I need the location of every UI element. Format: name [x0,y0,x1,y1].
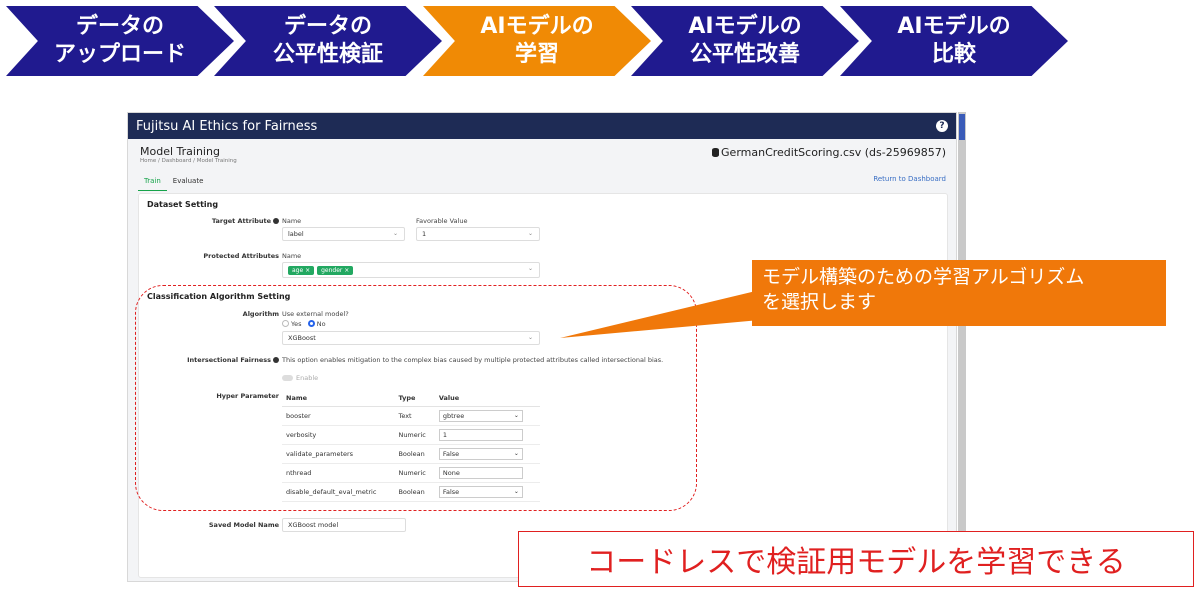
step-upload: データの アップロード [6,6,234,76]
dataset-label: GermanCreditScoring.csv (ds-25969857) [721,146,946,159]
favorable-value: 1 [422,230,427,238]
app-header: Fujitsu AI Ethics for Fairness ? [128,113,956,139]
info-icon [273,218,279,224]
favorable-value-label: Favorable Value [416,217,468,225]
chevron-down-icon: ⌄ [527,230,533,237]
saved-model-name-input[interactable]: XGBoost model [282,518,406,532]
step-model-fairness-line2: 公平性改善 [689,42,800,67]
step-compare-line2: 比較 [931,42,976,67]
protected-attributes-label: Protected Attributes [203,252,279,260]
target-attribute-text: Target Attribute [211,217,271,225]
callout-pointer [560,290,760,338]
app-title: Fujitsu AI Ethics for Fairness [136,118,318,134]
tag-gender[interactable]: gender × [317,265,354,275]
step-upload-line2: アップロード [53,42,186,67]
protected-attributes-select[interactable]: age × gender × ⌄ [282,262,540,278]
saved-model-name-label: Saved Model Name [208,521,279,529]
breadcrumb[interactable]: Home / Dashboard / Model Training [140,158,237,164]
callout-line2: を選択します [762,291,877,313]
callout-box: モデル構築のための学習アルゴリズム を選択します [752,260,1166,326]
target-attribute-value: label [288,230,304,238]
step-compare: AIモデルの 比較 [840,6,1068,76]
tag-age[interactable]: age × [288,265,315,275]
saved-model-name-value: XGBoost model [288,521,339,529]
step-data-fairness-line1: データの [283,14,372,39]
step-data-fairness-line2: 公平性検証 [272,42,383,67]
tab-evaluate[interactable]: Evaluate [167,175,210,191]
target-name-label: Name [282,217,302,225]
step-training-line2: 学習 [514,42,559,67]
step-upload-line1: データの [75,14,164,39]
dataset-setting-title: Dataset Setting [147,200,219,209]
protected-name-label: Name [282,252,302,260]
step-data-fairness: データの 公平性検証 [214,6,442,76]
process-steps: データの アップロード データの 公平性検証 AIモデルの 学習 AIモデルの … [0,0,1200,80]
codeless-banner: コードレスで検証用モデルを学習できる [518,531,1194,587]
page-title: Model Training [140,145,220,158]
step-training: AIモデルの 学習 [423,6,651,76]
target-attribute-select[interactable]: label ⌄ [282,227,405,241]
tab-train[interactable]: Train [138,175,167,191]
step-model-fairness-line1: AIモデルの [688,14,802,39]
scrollbar-thumb[interactable] [959,114,965,140]
tab-bar: Train Evaluate [138,175,209,191]
target-attribute-label: Target Attribute [139,217,279,225]
favorable-value-select[interactable]: 1 ⌄ [416,227,540,241]
dataset-name: GermanCreditScoring.csv (ds-25969857) [712,146,946,159]
step-model-fairness: AIモデルの 公平性改善 [631,6,859,76]
callout-line1: モデル構築のための学習アルゴリズム [762,266,1085,288]
chevron-down-icon: ⌄ [527,265,533,272]
step-training-line1: AIモデルの [480,14,594,39]
scrollbar[interactable] [958,112,966,582]
step-compare-line1: AIモデルの [897,14,1011,39]
chevron-down-icon: ⌄ [392,230,398,237]
return-to-dashboard-link[interactable]: Return to Dashboard [873,175,946,183]
help-icon[interactable]: ? [936,120,948,132]
database-icon [712,148,720,157]
